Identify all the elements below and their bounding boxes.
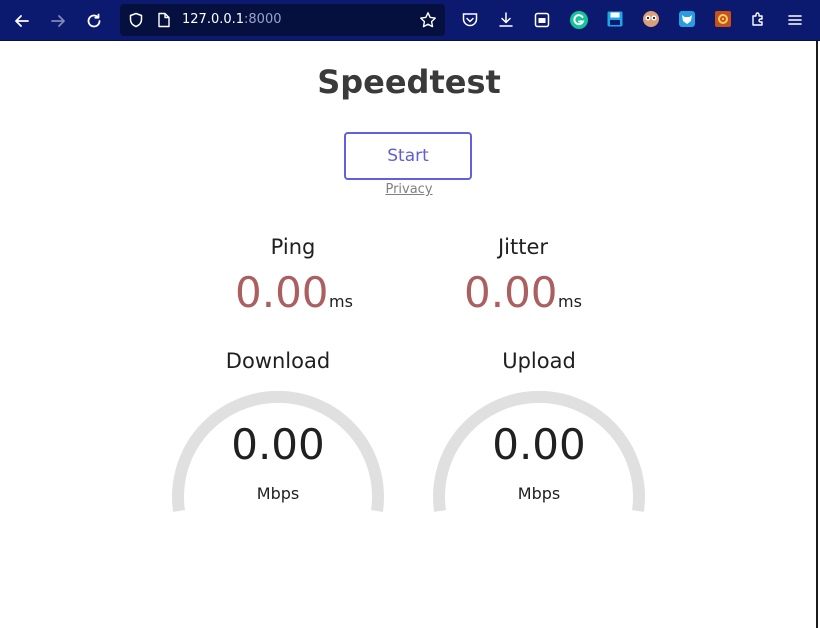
reload-icon	[87, 13, 101, 28]
url-text[interactable]: 127.0.0.1:8000	[182, 12, 282, 27]
speedtest-page: Speedtest Start Privacy Ping 0.00 ms Jit…	[0, 41, 818, 628]
privacy-link[interactable]: Privacy	[0, 182, 818, 197]
reload-button[interactable]	[81, 8, 107, 34]
jitter-unit: ms	[558, 292, 582, 311]
arrow-right-icon	[51, 15, 65, 27]
ping-unit: ms	[329, 292, 353, 311]
save-icon[interactable]	[606, 10, 624, 28]
jitter-label: Jitter	[497, 235, 549, 259]
grammarly-icon[interactable]	[569, 10, 589, 30]
download-gauge: 0.00 Mbps	[168, 376, 388, 576]
puzzle-icon[interactable]	[750, 10, 768, 28]
browser-toolbar: 127.0.0.1:8000	[0, 0, 820, 41]
fox-extension-icon[interactable]	[678, 10, 696, 28]
container-icon[interactable]	[533, 11, 551, 29]
download-value: 0.00	[231, 420, 325, 469]
url-host: 127.0.0.1	[182, 12, 245, 27]
forward-button[interactable]	[45, 8, 71, 34]
owl-extension-icon[interactable]	[642, 10, 660, 28]
page-icon[interactable]	[157, 12, 171, 28]
upload-gauge-arc	[433, 390, 645, 512]
download-unit: Mbps	[256, 484, 300, 503]
pocket-icon[interactable]	[461, 11, 479, 29]
upload-unit: Mbps	[517, 484, 561, 503]
download-icon[interactable]	[497, 11, 515, 29]
upload-gauge: 0.00 Mbps	[429, 376, 649, 576]
start-button[interactable]: Start	[344, 132, 472, 180]
url-port: :8000	[244, 12, 282, 27]
gear-extension-icon[interactable]	[714, 10, 732, 28]
ping-label: Ping	[270, 235, 316, 259]
ping-value: 0.00	[235, 268, 329, 317]
jitter-value: 0.00	[464, 268, 558, 317]
arrow-left-icon	[15, 15, 29, 27]
download-label: Download	[225, 349, 331, 373]
upload-label: Upload	[502, 349, 576, 373]
menu-icon[interactable]	[786, 11, 804, 29]
back-button[interactable]	[9, 8, 35, 34]
upload-value: 0.00	[492, 420, 586, 469]
page-title: Speedtest	[317, 63, 501, 101]
download-gauge-arc	[172, 390, 384, 512]
shield-icon[interactable]	[128, 12, 144, 28]
url-bar[interactable]: 127.0.0.1:8000	[120, 4, 445, 36]
star-icon[interactable]	[419, 11, 437, 29]
